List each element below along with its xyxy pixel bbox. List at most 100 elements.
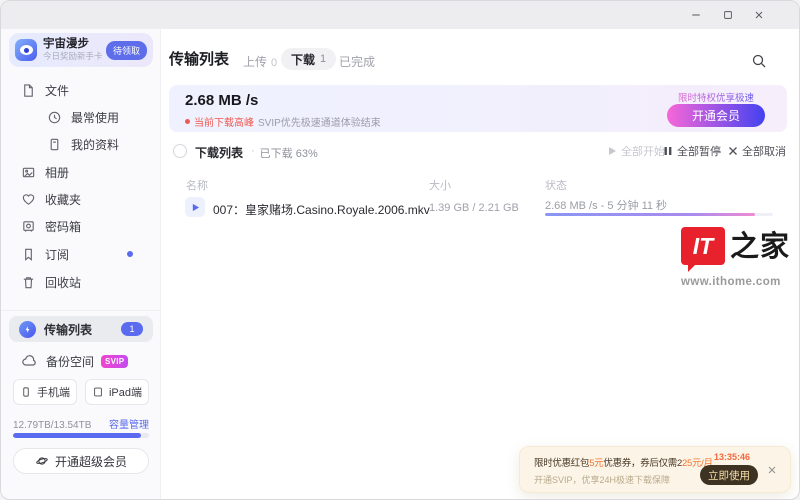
trash-icon <box>21 275 36 290</box>
notification-dot <box>127 251 133 257</box>
promo-highlight: 5元 <box>589 458 603 469</box>
app-window: 宇宙漫步 今日奖励新手卡 待领取 文件 最常使用 我的资料 相册 收藏夹 密码箱 <box>0 0 800 500</box>
cancel-all-button[interactable]: 全部取消 <box>728 143 786 159</box>
sidebar-item-label: 回收站 <box>45 274 81 291</box>
sidebar-item-recycle-bin[interactable]: 回收站 <box>1 271 161 293</box>
play-icon <box>191 203 200 212</box>
storage-usage: 12.79TB/13.54TB <box>13 420 91 431</box>
sidebar-item-label: 订阅 <box>45 246 69 263</box>
tab-label: 上传 <box>243 55 267 69</box>
sidebar-item-label: 相册 <box>45 164 69 181</box>
phone-icon <box>20 386 32 398</box>
sidebar-item-recent[interactable]: 最常使用 <box>1 106 161 128</box>
sidebar-item-backup-space[interactable]: 备份空间 SVIP <box>1 349 161 373</box>
it-logo-icon: IT <box>681 227 725 265</box>
close-icon[interactable] <box>752 8 766 22</box>
sidebar-item-label: 备份空间 <box>46 353 94 370</box>
planet-icon <box>35 454 49 468</box>
sidebar-item-files[interactable]: 文件 <box>1 79 161 101</box>
column-header-size: 大小 <box>429 177 451 193</box>
user-subtitle: 今日奖励新手卡 <box>43 51 103 62</box>
play-icon <box>607 146 617 156</box>
safe-icon <box>21 219 36 234</box>
promo-line2: 开通SVIP，优享24H极速下载保障 <box>534 473 670 486</box>
storage-progress-bar <box>13 433 149 438</box>
claim-badge[interactable]: 待领取 <box>106 41 147 60</box>
storage-info: 12.79TB/13.54TB 容量管理 <box>13 416 149 431</box>
task-progress-fill <box>545 213 755 216</box>
promo-line1: 限时优惠红包5元优惠券，券后仅需225元/月 <box>534 455 713 469</box>
sidebar-item-label: 最常使用 <box>71 109 119 126</box>
select-all-checkbox[interactable] <box>173 144 187 158</box>
sidebar-item-safe-box[interactable]: 密码箱 <box>1 215 161 237</box>
sidebar-item-album[interactable]: 相册 <box>1 161 161 183</box>
speed-alert: 当前下载高峰 SVIP优先极速通道体验结束 <box>185 114 381 129</box>
task-file-name[interactable]: 007：皇家赌场.Casino.Royale.2006.mkv <box>213 201 430 218</box>
tablet-icon <box>92 386 104 398</box>
resume-task-button[interactable] <box>185 197 205 217</box>
phone-client-button[interactable]: 手机端 <box>13 379 77 405</box>
alert-detail: SVIP优先极速通道体验结束 <box>258 114 381 129</box>
coupon-promo-toast: 限时优惠红包5元优惠券，券后仅需225元/月 开通SVIP，优享24H极速下载保… <box>519 446 791 493</box>
tab-label: 下载 <box>291 51 315 68</box>
column-header-name: 名称 <box>186 177 208 193</box>
download-list-title: 下载列表 <box>195 144 243 161</box>
alert-text: 当前下载高峰 <box>194 114 254 129</box>
downloaded-percent: · 已下载 63% <box>251 145 318 161</box>
task-status: 2.68 MB /s - 5 分钟 11 秒 <box>545 197 667 213</box>
tab-completed[interactable]: 已完成 <box>339 53 375 70</box>
bookmark-icon <box>21 247 36 262</box>
speed-banner: 2.68 MB /s 当前下载高峰 SVIP优先极速通道体验结束 限时特权优享极… <box>169 85 787 132</box>
tab-count: 0 <box>271 57 277 69</box>
user-name: 宇宙漫步 <box>43 38 103 51</box>
open-vip-button[interactable]: 开通会员 <box>667 104 765 127</box>
page-title: 传输列表 <box>169 48 229 69</box>
start-all-button[interactable]: 全部开始 <box>607 143 665 159</box>
ithome-logo: IT 之家 <box>681 227 793 265</box>
task-size: 1.39 GB / 2.21 GB <box>429 202 519 214</box>
action-label: 全部取消 <box>742 143 786 159</box>
document-icon <box>47 137 62 152</box>
user-card[interactable]: 宇宙漫步 今日奖励新手卡 待领取 <box>9 33 153 67</box>
heart-icon <box>21 192 36 207</box>
separator-dot: · <box>251 145 255 161</box>
open-super-vip-button[interactable]: 开通超级会员 <box>13 448 149 474</box>
close-icon[interactable] <box>766 463 780 477</box>
app-logo-icon <box>15 39 37 61</box>
tab-download[interactable]: 下载 1 <box>281 48 336 70</box>
transfer-count-badge: 1 <box>121 322 143 336</box>
action-label: 全部暂停 <box>677 143 721 159</box>
ithome-brand-text: 之家 <box>730 227 790 265</box>
sidebar-item-subscriptions[interactable]: 订阅 <box>1 243 161 265</box>
x-icon <box>728 146 738 156</box>
search-icon[interactable] <box>751 53 769 71</box>
member-cta-label: 开通超级会员 <box>55 453 127 470</box>
ipad-client-button[interactable]: iPad端 <box>85 379 149 405</box>
clock-icon <box>47 110 62 125</box>
sidebar-item-favorites[interactable]: 收藏夹 <box>1 188 161 210</box>
storage-manage-link[interactable]: 容量管理 <box>109 416 149 431</box>
maximize-icon[interactable] <box>721 8 735 22</box>
svip-badge: SVIP <box>101 355 128 368</box>
sidebar-item-label: 我的资料 <box>71 136 119 153</box>
device-label: 手机端 <box>37 384 70 400</box>
alert-dot-icon <box>185 119 190 124</box>
pause-all-button[interactable]: 全部暂停 <box>663 143 721 159</box>
vip-promo-text: 限时特权优享极速 <box>667 90 765 104</box>
sidebar-item-label: 传输列表 <box>44 321 92 338</box>
ithome-url: www.ithome.com <box>681 276 793 288</box>
sidebar-item-my-docs[interactable]: 我的资料 <box>1 133 161 155</box>
cloud-icon <box>21 353 37 369</box>
file-icon <box>21 83 36 98</box>
sidebar-item-label: 文件 <box>45 82 69 99</box>
tab-upload[interactable]: 上传 0 <box>243 53 277 70</box>
download-speed: 2.68 MB /s <box>185 92 258 109</box>
sidebar: 宇宙漫步 今日奖励新手卡 待领取 文件 最常使用 我的资料 相册 收藏夹 密码箱 <box>1 29 161 499</box>
use-coupon-button[interactable]: 立即使用 <box>700 465 758 485</box>
promo-text: 优惠券，券后仅需2 <box>603 458 682 469</box>
promo-text: 限时优惠红包 <box>534 458 589 469</box>
sidebar-item-label: 收藏夹 <box>45 191 81 208</box>
sidebar-item-transfer-list[interactable]: 传输列表 1 <box>9 316 153 342</box>
tab-label: 已完成 <box>339 55 375 69</box>
minimize-icon[interactable] <box>689 8 703 22</box>
